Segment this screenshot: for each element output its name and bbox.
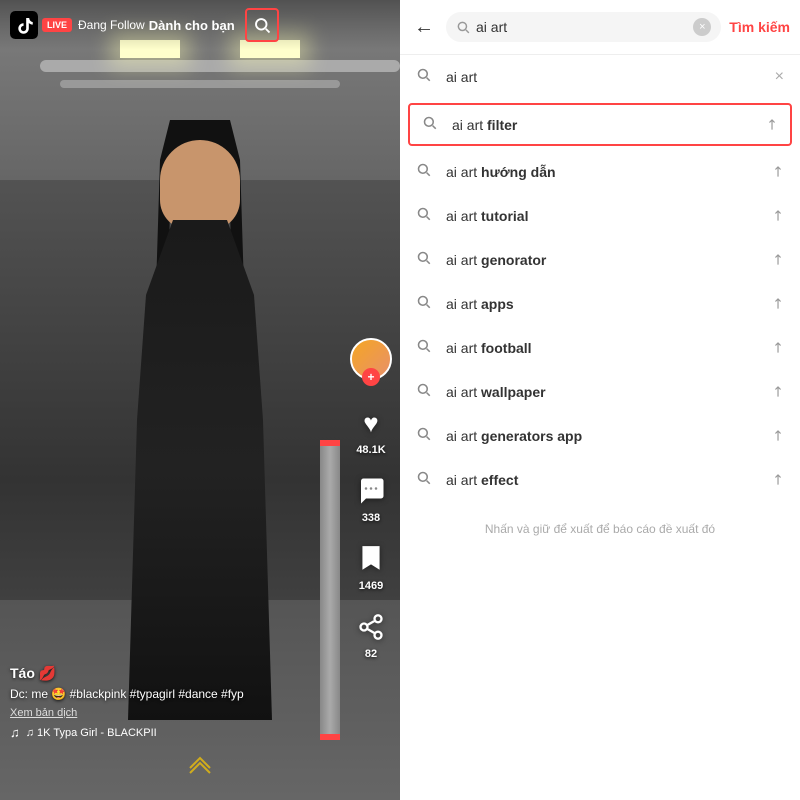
search-result-text: ai art filter xyxy=(452,117,766,133)
like-button[interactable]: ♥ 48.1K xyxy=(352,404,390,456)
clear-search-button[interactable]: × xyxy=(693,18,711,36)
search-panel: ← ai art × Tìm kiếm ai art × xyxy=(400,0,800,800)
tiktok-header: LIVE Đang Follow Dành cho bạn xyxy=(0,0,400,50)
dang-follow-text[interactable]: Đang Follow xyxy=(78,18,145,32)
search-result-text: ai art apps xyxy=(446,296,772,312)
bookmark-count: 1469 xyxy=(359,580,383,592)
video-description: Dc: me 🤩 #blackpink #typagirl #dance #fy… xyxy=(10,686,340,703)
search-input[interactable]: ai art xyxy=(476,19,687,35)
search-result-text: ai art football xyxy=(446,340,772,356)
danh-cho-ban-tab[interactable]: Dành cho bạn xyxy=(149,18,235,33)
music-text: ♫ 1K Typa Girl - BLACKPII xyxy=(26,727,157,739)
search-result-item[interactable]: ai art effect ↗ xyxy=(400,458,800,502)
share-icon xyxy=(352,608,390,646)
search-button-header[interactable] xyxy=(245,8,279,42)
person-figure xyxy=(110,220,290,720)
creator-avatar-container: + xyxy=(350,338,392,380)
pipe-decoration-1 xyxy=(40,60,400,72)
search-result-text: ai art effect xyxy=(446,472,772,488)
search-result-icon xyxy=(422,115,442,134)
person-body xyxy=(110,220,290,720)
search-result-icon xyxy=(416,206,436,225)
music-info[interactable]: ♫ ♫ 1K Typa Girl - BLACKPII xyxy=(10,725,340,740)
search-result-item[interactable]: ai art apps ↗ xyxy=(400,282,800,326)
search-result-item[interactable]: ai art generators app ↗ xyxy=(400,414,800,458)
search-result-icon xyxy=(416,426,436,445)
search-result-icon xyxy=(416,470,436,489)
search-bar[interactable]: ai art × xyxy=(446,12,721,42)
translate-link[interactable]: Xem bản dịch xyxy=(10,707,340,719)
search-result-icon xyxy=(416,250,436,269)
search-bar-icon xyxy=(456,20,470,34)
video-info: Táo 💋 Dc: me 🤩 #blackpink #typagirl #dan… xyxy=(10,665,340,740)
back-button[interactable]: ← xyxy=(410,14,438,41)
search-result-text: ai art generators app xyxy=(446,428,772,444)
search-results-list: ai art × ai art filter ↗ ai art hướn xyxy=(400,55,800,502)
search-submit-button[interactable]: Tìm kiếm xyxy=(729,19,790,35)
tiktok-logo-icon xyxy=(10,11,38,39)
live-badge: LIVE xyxy=(42,18,72,32)
action-buttons: + ♥ 48.1K 338 xyxy=(350,338,392,660)
footer-note: Nhấn và giữ để xuất để báo cáo đề xuất đ… xyxy=(400,502,800,556)
search-result-item[interactable]: ai art genorator ↗ xyxy=(400,238,800,282)
pipe-decoration-2 xyxy=(60,80,340,88)
search-result-icon xyxy=(416,338,436,357)
search-result-item-highlighted[interactable]: ai art filter ↗ xyxy=(408,103,792,146)
search-result-text: ai art genorator xyxy=(446,252,772,268)
search-result-item[interactable]: ai art hướng dẫn ↗ xyxy=(400,150,800,194)
search-result-text: ai art wallpaper xyxy=(446,384,772,400)
share-count: 82 xyxy=(365,648,377,660)
bookmark-icon xyxy=(352,540,390,578)
search-result-icon xyxy=(416,294,436,313)
search-result-item[interactable]: ai art football ↗ xyxy=(400,326,800,370)
share-button[interactable]: 82 xyxy=(352,608,390,660)
search-result-item[interactable]: ai art × xyxy=(400,55,800,99)
close-result-icon[interactable]: × xyxy=(775,68,784,86)
search-result-text: ai art xyxy=(446,69,775,85)
search-result-item[interactable]: ai art tutorial ↗ xyxy=(400,194,800,238)
comment-button[interactable]: 338 xyxy=(352,472,390,524)
creator-username[interactable]: Táo 💋 xyxy=(10,665,340,682)
heart-icon: ♥ xyxy=(352,404,390,442)
search-result-icon xyxy=(416,67,436,86)
comment-icon xyxy=(352,472,390,510)
person-head xyxy=(160,140,240,230)
follow-plus-button[interactable]: + xyxy=(362,368,380,386)
bookmark-button[interactable]: 1469 xyxy=(352,540,390,592)
search-result-text: ai art tutorial xyxy=(446,208,772,224)
video-panel: LIVE Đang Follow Dành cho bạn + ♥ 48.1K xyxy=(0,0,400,800)
music-note-icon: ♫ xyxy=(10,725,20,740)
like-count: 48.1K xyxy=(356,444,385,456)
search-result-icon xyxy=(416,382,436,401)
comment-count: 338 xyxy=(362,512,380,524)
search-result-item[interactable]: ai art wallpaper ↗ xyxy=(400,370,800,414)
search-result-text: ai art hướng dẫn xyxy=(446,164,772,180)
scroll-indicator xyxy=(185,754,215,780)
search-header: ← ai art × Tìm kiếm xyxy=(400,0,800,55)
search-result-icon xyxy=(416,162,436,181)
